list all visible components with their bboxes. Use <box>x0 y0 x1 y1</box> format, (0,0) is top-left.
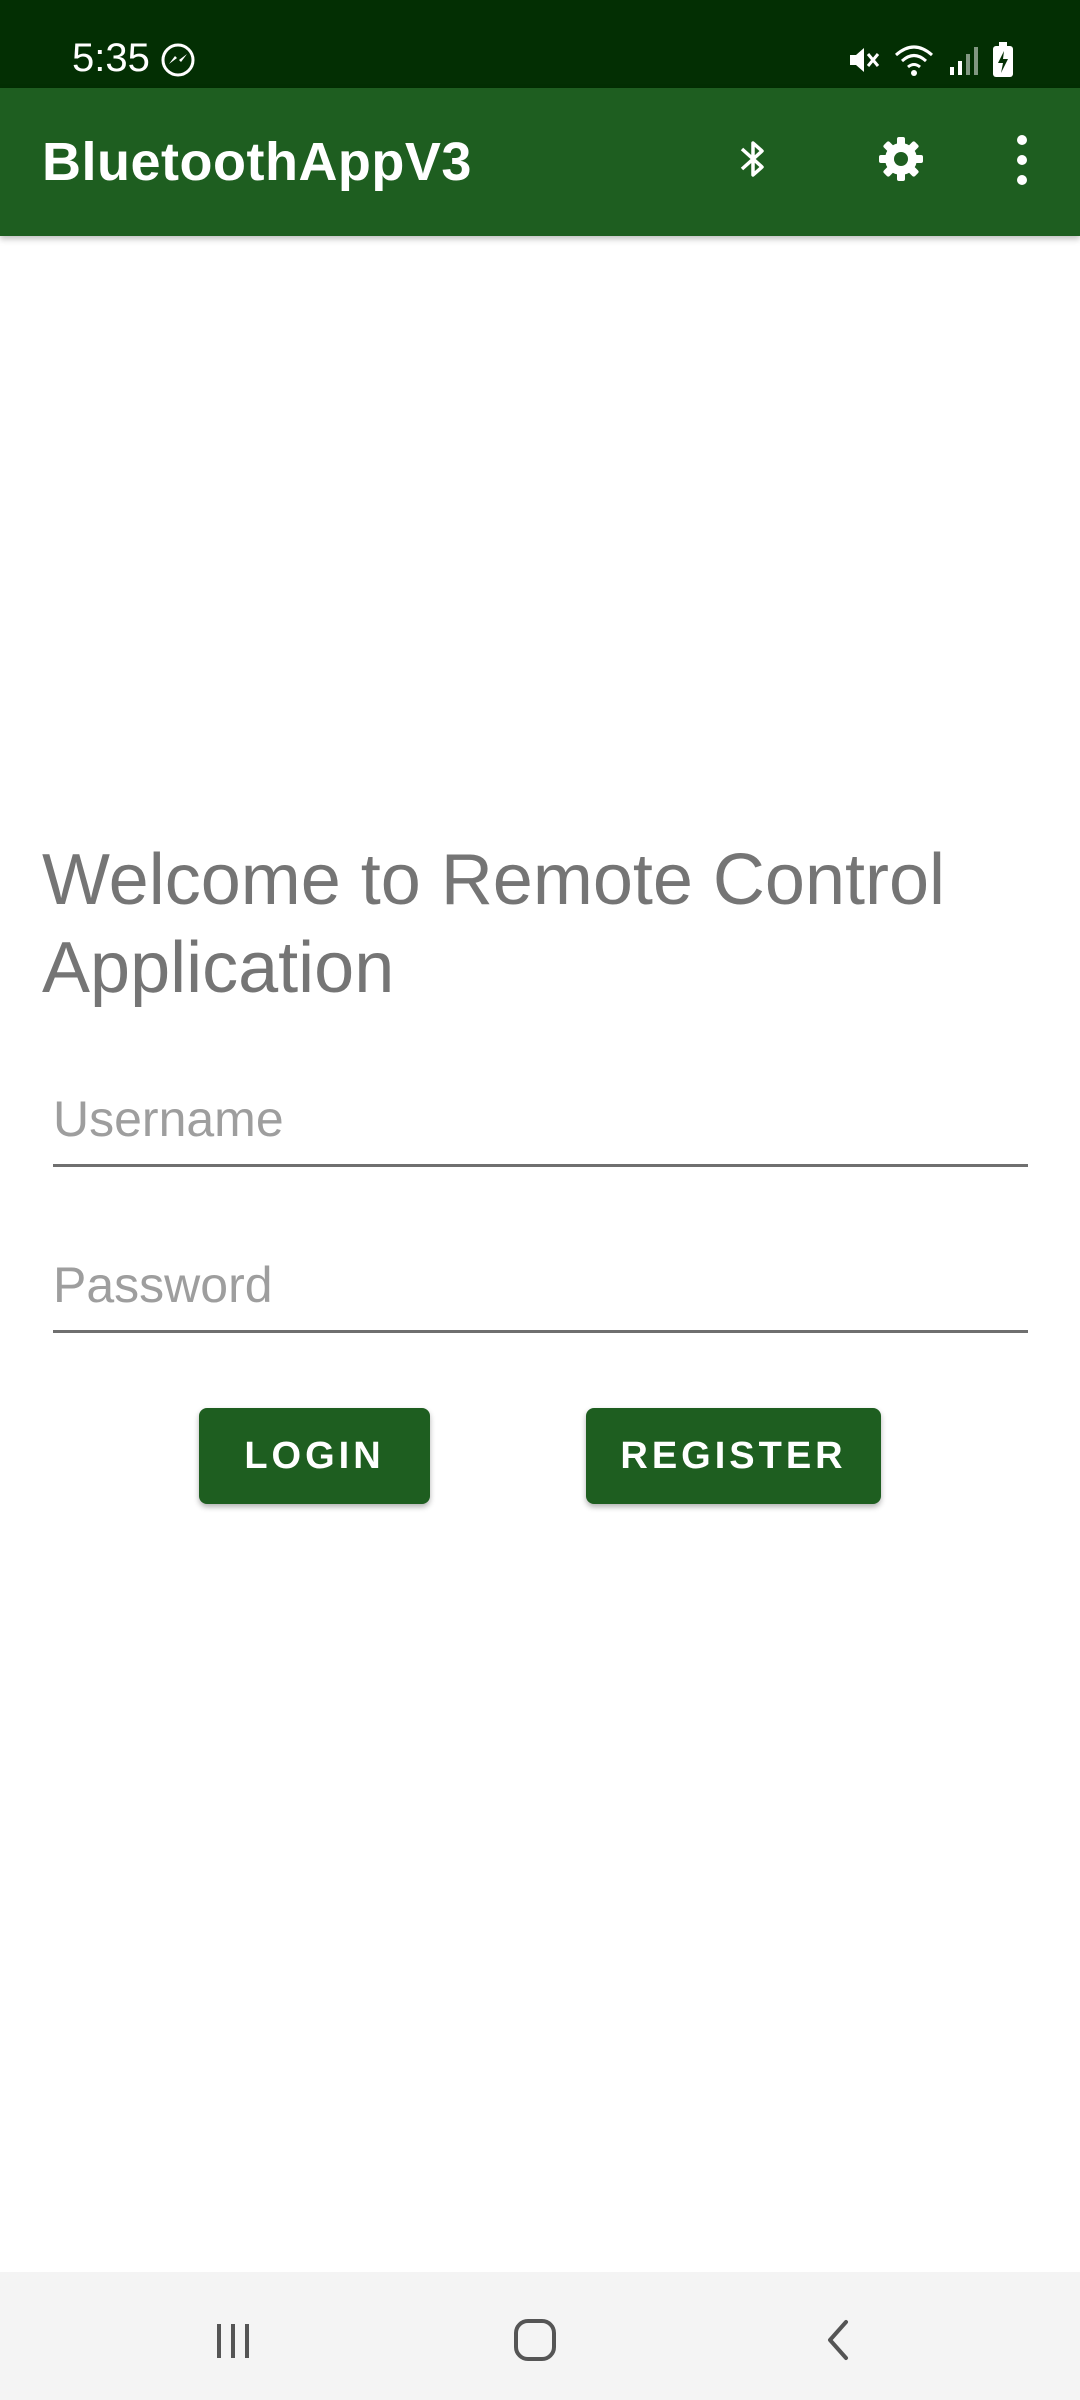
password-field[interactable] <box>53 1240 1028 1333</box>
welcome-heading: Welcome to Remote Control Application <box>42 840 946 1008</box>
messenger-icon <box>161 43 195 77</box>
status-icons <box>846 40 1014 80</box>
system-nav-bar <box>0 2272 1080 2400</box>
battery-charging-icon <box>993 42 1013 77</box>
register-button[interactable]: REGISTER <box>586 1408 881 1504</box>
gear-icon[interactable] <box>876 134 926 184</box>
recents-icon[interactable] <box>203 2310 263 2370</box>
mute-icon <box>850 48 880 72</box>
app-title: BluetoothAppV3 <box>42 132 472 192</box>
username-field[interactable] <box>53 1074 1028 1167</box>
login-button[interactable]: LOGIN <box>199 1408 430 1504</box>
bluetooth-icon[interactable] <box>728 134 778 184</box>
wifi-icon <box>895 45 933 76</box>
back-icon[interactable] <box>808 2310 868 2370</box>
status-bar: 5:35 <box>0 0 1080 88</box>
app-bar: BluetoothAppV3 <box>0 88 1080 236</box>
more-vert-icon[interactable] <box>1004 130 1040 190</box>
signal-icon <box>950 47 978 75</box>
home-icon[interactable] <box>505 2310 565 2370</box>
status-time: 5:35 <box>72 36 150 80</box>
